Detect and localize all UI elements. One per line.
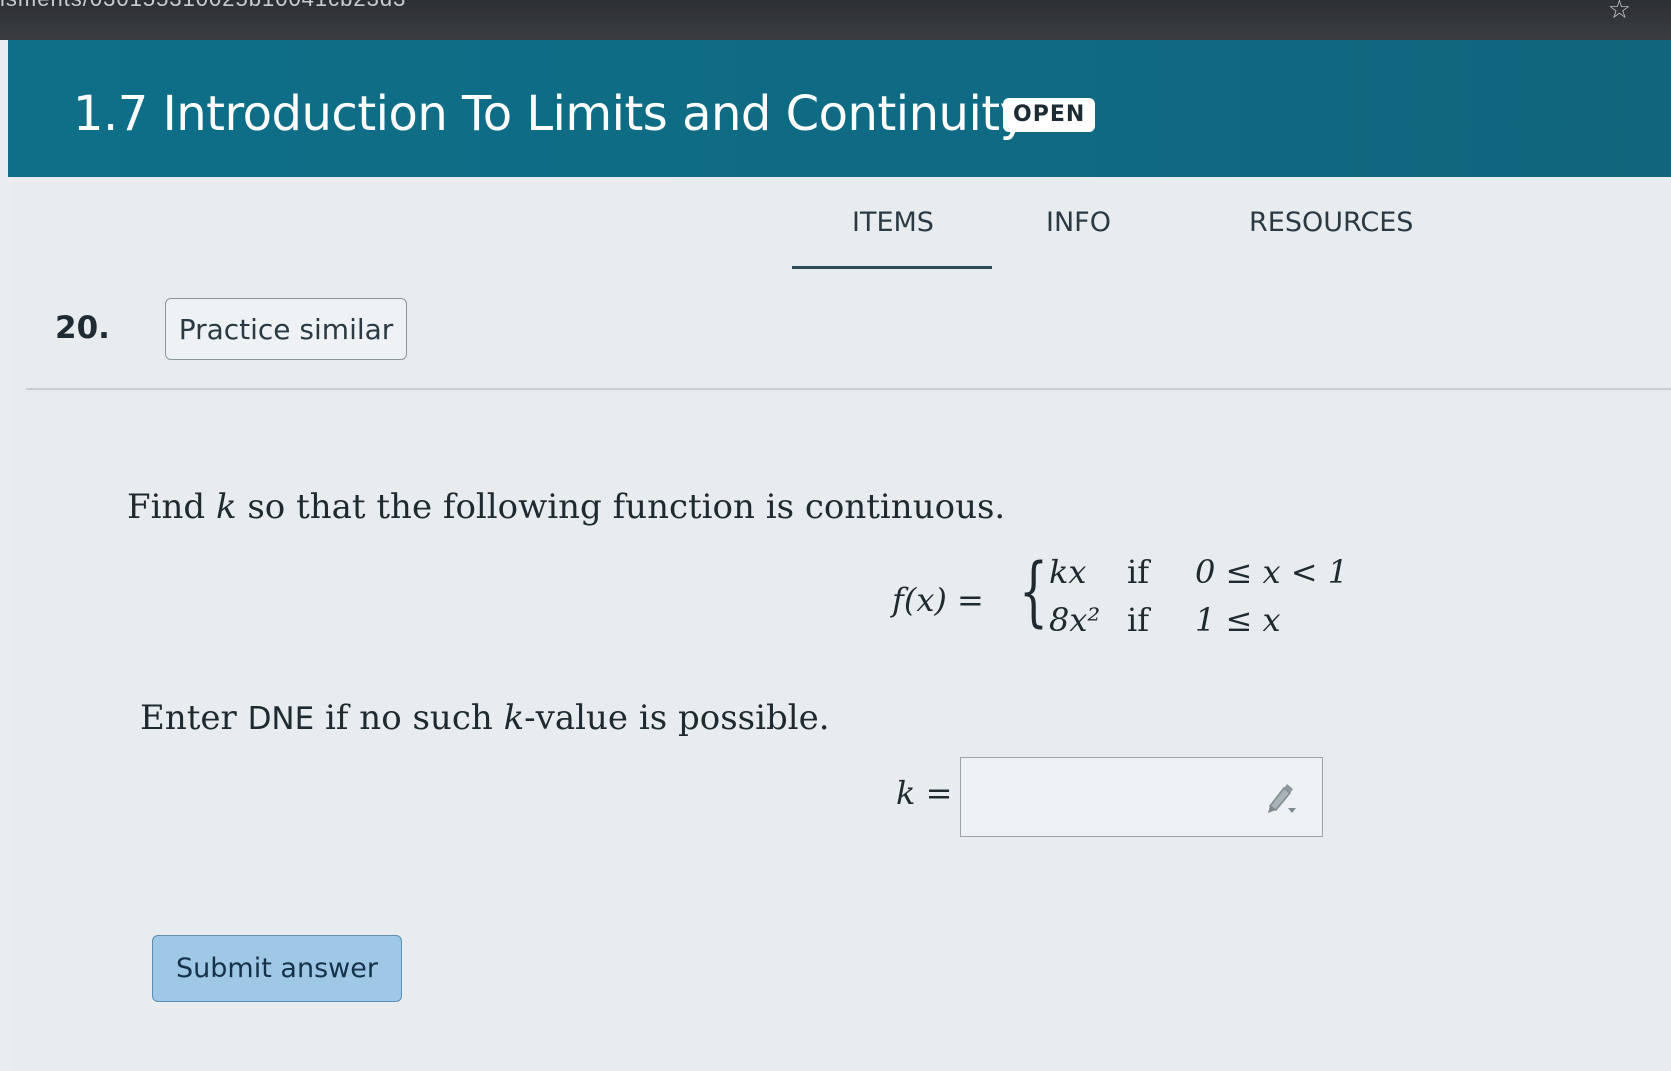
prompt-variable: k [215,487,237,527]
math-editor-pencil-icon[interactable] [1264,780,1300,816]
case-2-if: if [1127,601,1150,639]
prompt-text: Find [127,487,216,527]
piecewise-equation: f(x) = { kx if 0 ≤ x < 1 8x² if 1 ≤ x [892,549,1362,649]
browser-bar: isments/030155310025b10041cb23d3 ☆ [0,0,1671,40]
practice-similar-button[interactable]: Practice similar [165,298,407,360]
answer-input[interactable] [960,757,1323,837]
main-content: ITEMS INFO RESOURCES 20. Practice simila… [12,177,1671,1071]
case-2-condition: 1 ≤ x [1195,601,1281,639]
prompt-text-end: so that the following function is contin… [236,487,1006,527]
instruction-text-end: -value is possible. [524,698,830,738]
tab-items[interactable]: ITEMS [852,207,934,238]
case-2-expression: 8x² [1049,601,1101,639]
case-1-if: if [1127,553,1150,591]
assignment-header: 1.7 Introduction To Limits and Continuit… [8,40,1671,177]
divider [26,388,1671,390]
bookmark-star-icon[interactable]: ☆ [1608,0,1631,25]
instruction-text: Enter [140,698,248,738]
instruction-text-middle: if no such [314,698,504,738]
submit-answer-button[interactable]: Submit answer [152,935,402,1002]
active-tab-indicator [792,266,992,269]
status-badge: OPEN [1003,98,1096,132]
question-prompt: Find k so that the following function is… [127,487,1005,527]
url-fragment[interactable]: isments/030155310025b10041cb23d3 [0,0,406,12]
tab-info[interactable]: INFO [1046,207,1111,238]
tab-bar: ITEMS INFO RESOURCES [12,177,1671,272]
dne-keyword: DNE [247,701,315,737]
page-title: 1.7 Introduction To Limits and Continuit… [73,86,1028,142]
instruction-variable: k [503,698,525,738]
case-1-condition: 0 ≤ x < 1 [1195,553,1349,591]
equation-lhs: f(x) = [892,581,984,619]
question-number: 20. [55,310,110,346]
tab-resources[interactable]: RESOURCES [1249,207,1413,238]
answer-label: k = [896,774,953,812]
answer-instruction: Enter DNE if no such k-value is possible… [140,698,830,738]
case-1-expression: kx [1049,553,1087,591]
left-brace: { [1019,546,1049,635]
